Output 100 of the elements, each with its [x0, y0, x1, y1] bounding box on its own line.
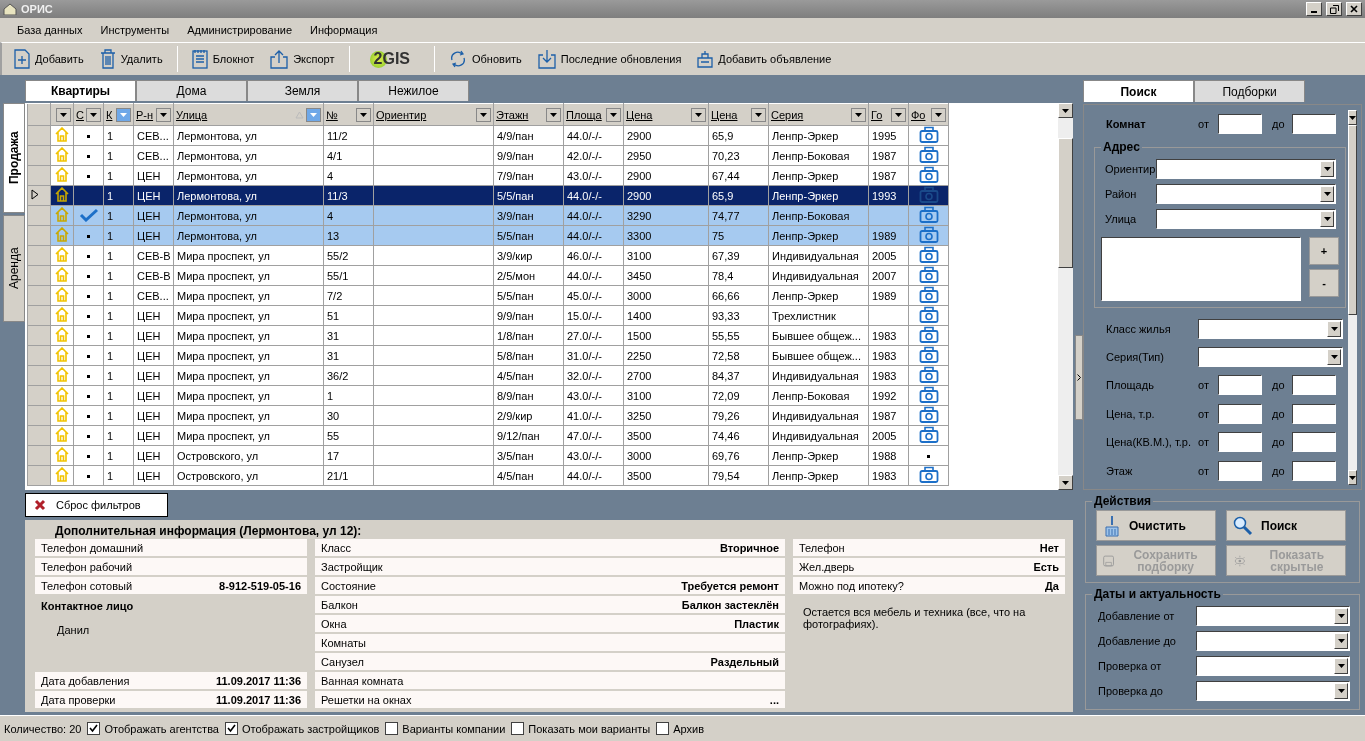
- column-header[interactable]: Серия: [768, 103, 869, 126]
- table-row[interactable]: 1 ЦЕН Островского, ул 21/1 4/5/пан 44.0/-/- 3500 79,54 Ленпр-Эркер 1983: [27, 465, 949, 486]
- restore-button[interactable]: [1326, 2, 1342, 16]
- table-row[interactable]: 1 ЦЕН Мира проспект, ул 31 1/8/пан 27.0/-/- 1500 55,55 Бывшее общеж... 1983: [27, 325, 949, 346]
- checkbox[interactable]: [385, 722, 399, 735]
- table-row[interactable]: 1 СЕВ-В Мира проспект, ул 55/2 3/9/кир 46.0/-/- 3100 67,39 Индивидуальная 2005: [27, 245, 949, 266]
- side-tab[interactable]: Продажа: [3, 103, 25, 213]
- input-field[interactable]: [1218, 375, 1262, 396]
- table-row[interactable]: 1 ЦЕН Лермонтова, ул 11/3 5/5/пан 44.0/-/- 2900 65,9 Ленпр-Эркер 1993: [27, 185, 949, 206]
- table-row[interactable]: 1 ЦЕН Лермонтова, ул 4 7/9/пан 43.0/-/- 2900 67,44 Ленпр-Эркер 1987: [27, 165, 949, 186]
- table-row[interactable]: 1 ЦЕН Островского, ул 17 3/5/пан 43.0/-/- 3000 69,76 Ленпр-Эркер 1988: [27, 445, 949, 466]
- scrollbar[interactable]: [1348, 110, 1357, 485]
- dropdown-field[interactable]: [1156, 158, 1336, 179]
- remove-button[interactable]: -: [1309, 269, 1339, 298]
- list-box[interactable]: [1101, 237, 1301, 302]
- expand-handle[interactable]: [1075, 335, 1083, 420]
- tab[interactable]: Дома: [136, 80, 247, 101]
- checkbox[interactable]: [225, 722, 238, 735]
- dropdown-field[interactable]: [1156, 208, 1336, 229]
- side-tab[interactable]: Аренда: [3, 215, 25, 322]
- add-button[interactable]: +: [1309, 237, 1339, 266]
- table-row[interactable]: 1 СЕВ... Мира проспект, ул 7/2 5/5/пан 45.0/-/- 3000 66,66 Ленпр-Эркер 1989: [27, 285, 949, 306]
- tab[interactable]: Квартиры: [25, 80, 136, 101]
- column-header[interactable]: Фо: [908, 103, 949, 126]
- input-field[interactable]: [1218, 114, 1262, 135]
- toolbar-button[interactable]: Добавить: [6, 45, 92, 73]
- menu-item[interactable]: Инструменты: [91, 24, 179, 36]
- row-header[interactable]: [27, 185, 51, 206]
- filter-button[interactable]: [691, 107, 706, 122]
- table-row[interactable]: 1 ЦЕН Мира проспект, ул 31 5/8/пан 31.0/-/- 2250 72,58 Бывшее общеж... 1983: [27, 345, 949, 366]
- input-field[interactable]: [1292, 432, 1336, 453]
- tab[interactable]: Нежилое: [358, 80, 469, 101]
- table-row[interactable]: 1 ЦЕН Лермонтова, ул 13 5/5/пан 44.0/-/- 3300 75 Ленпр-Эркер 1989: [27, 225, 949, 246]
- table-row[interactable]: 1 СЕВ... Лермонтова, ул 11/2 4/9/пан 44.0/-/- 2900 65,9 Ленпр-Эркер 1995: [27, 125, 949, 146]
- menu-item[interactable]: Информация: [301, 24, 387, 36]
- column-header[interactable]: Ориентир: [373, 103, 494, 126]
- column-header[interactable]: Цена: [708, 103, 769, 126]
- column-header[interactable]: Этажн: [493, 103, 564, 126]
- toolbar-button[interactable]: Последние обновления: [529, 45, 690, 73]
- menu-item[interactable]: База данных: [8, 24, 92, 36]
- input-field[interactable]: [1218, 460, 1262, 481]
- filter-button[interactable]: [156, 107, 171, 122]
- filter-button[interactable]: [891, 107, 906, 122]
- toolbar-button[interactable]: Экспорт: [262, 45, 343, 73]
- dropdown-field[interactable]: [1156, 183, 1336, 204]
- column-header[interactable]: Цена: [623, 103, 709, 126]
- checkbox[interactable]: [511, 722, 525, 735]
- table-row[interactable]: 1 ЦЕН Мира проспект, ул 36/2 4/5/пан 32.0/-/- 2700 84,37 Индивидуальная 1983: [27, 365, 949, 386]
- filter-button[interactable]: [851, 107, 866, 122]
- menu-item[interactable]: Администрирование: [178, 24, 302, 36]
- tab[interactable]: Поиск: [1083, 80, 1194, 102]
- checkbox[interactable]: [656, 722, 670, 735]
- close-button[interactable]: [1346, 2, 1362, 16]
- checkbox-label[interactable]: Отображать агентства: [104, 722, 219, 735]
- input-field[interactable]: [1292, 375, 1336, 396]
- minimize-button[interactable]: [1306, 2, 1322, 16]
- input-field[interactable]: [1292, 403, 1336, 424]
- table-row[interactable]: 1 ЦЕН Мира проспект, ул 55 9/12/пан 47.0/-/- 3500 74,46 Индивидуальная 2005: [27, 425, 949, 446]
- dropdown-field[interactable]: [1196, 630, 1350, 651]
- checkbox-label[interactable]: Варианты компании: [402, 722, 506, 735]
- column-header[interactable]: [50, 103, 74, 126]
- column-header[interactable]: Улица: [173, 103, 324, 126]
- tab[interactable]: Земля: [247, 80, 358, 101]
- dropdown-field[interactable]: [1196, 680, 1350, 701]
- checkbox[interactable]: [87, 722, 101, 735]
- filter-button[interactable]: [751, 107, 766, 122]
- filter-button[interactable]: [356, 107, 371, 122]
- column-header[interactable]: Р-н: [133, 103, 174, 126]
- toolbar-button[interactable]: Обновить: [441, 45, 530, 73]
- column-header[interactable]: Площа: [563, 103, 624, 126]
- table-row[interactable]: 1 ЦЕН Лермонтова, ул 4 3/9/пан 44.0/-/- 3290 74,77 Ленпр-Боковая: [27, 205, 949, 226]
- action-button[interactable]: Поиск: [1226, 510, 1346, 541]
- dropdown-field[interactable]: [1198, 318, 1343, 339]
- table-row[interactable]: 1 СЕВ... Лермонтова, ул 4/1 9/9/пан 42.0/-/- 2950 70,23 Ленпр-Боковая 1987: [27, 145, 949, 166]
- action-button[interactable]: Очистить: [1096, 510, 1216, 541]
- reset-filters-button[interactable]: Сброс фильтров: [25, 493, 168, 517]
- scrollbar[interactable]: [1058, 103, 1073, 490]
- dropdown-field[interactable]: [1196, 605, 1350, 626]
- filter-button[interactable]: [86, 107, 101, 122]
- toolbar-button[interactable]: Блокнот: [183, 45, 263, 73]
- input-field[interactable]: [1292, 460, 1336, 481]
- table-row[interactable]: 1 СЕВ-В Мира проспект, ул 55/1 2/5/мон 44.0/-/- 3450 78,4 Индивидуальная 2007: [27, 265, 949, 286]
- input-field[interactable]: [1218, 432, 1262, 453]
- input-field[interactable]: [1218, 403, 1262, 424]
- checkbox-label[interactable]: Архив: [673, 722, 705, 735]
- toolbar-button[interactable]: Удалить: [91, 45, 171, 73]
- checkbox-label[interactable]: Показать мои варианты: [528, 722, 651, 735]
- dropdown-field[interactable]: [1198, 347, 1343, 368]
- filter-button[interactable]: [56, 107, 71, 122]
- column-header[interactable]: Го: [868, 103, 909, 126]
- table-row[interactable]: 1 ЦЕН Мира проспект, ул 1 8/9/пан 43.0/-/- 3100 72,09 Ленпр-Боковая 1992: [27, 385, 949, 406]
- filter-button[interactable]: [606, 107, 621, 122]
- table-row[interactable]: 1 ЦЕН Мира проспект, ул 51 9/9/пан 15.0/-/- 1400 93,33 Трехлистник: [27, 305, 949, 326]
- dropdown-field[interactable]: [1196, 655, 1350, 676]
- filter-button[interactable]: [546, 107, 561, 122]
- column-header[interactable]: К: [103, 103, 134, 126]
- table-row[interactable]: 1 ЦЕН Мира проспект, ул 30 2/9/кир 41.0/-/- 3250 79,26 Индивидуальная 1987: [27, 405, 949, 426]
- column-header[interactable]: С: [73, 103, 104, 126]
- filter-button[interactable]: [931, 107, 946, 122]
- column-header[interactable]: №: [323, 103, 374, 126]
